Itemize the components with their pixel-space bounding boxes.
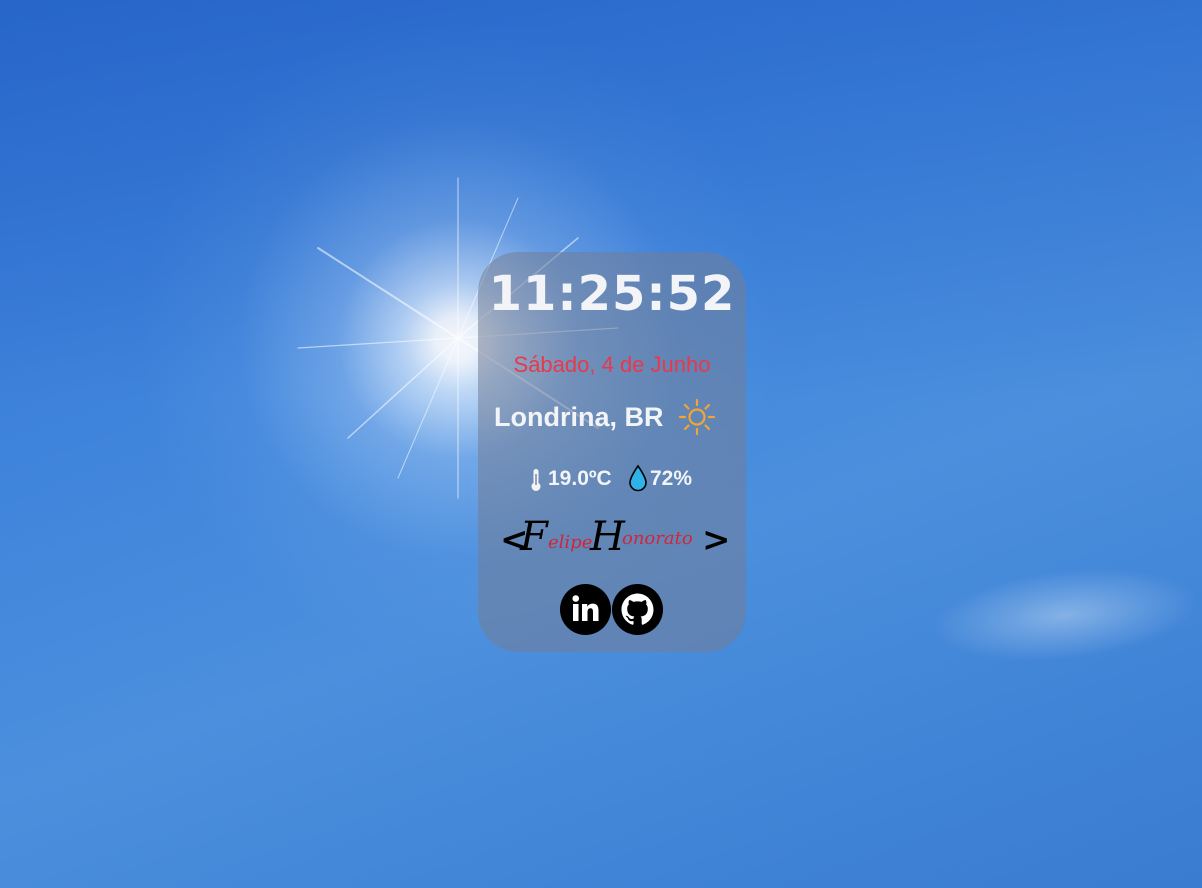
signature-last-initial: H [590, 514, 625, 560]
thermometer-icon [531, 469, 541, 491]
location-row: Londrina, BR [478, 398, 746, 438]
water-drop-icon [629, 464, 647, 492]
social-links [478, 584, 746, 636]
humidity-value: 72% [650, 467, 693, 490]
signature-close-bracket: > [702, 520, 731, 560]
clock-time: 11:25:52 [488, 266, 736, 322]
weather-stats: 19.0ºC 72% [478, 464, 746, 494]
signature-first-initial: F [520, 514, 548, 560]
github-icon [621, 593, 654, 625]
signature-first-rest: elipe [548, 532, 593, 553]
author-signature: < F elipe H onorato > [500, 514, 731, 562]
linkedin-icon [572, 595, 599, 621]
github-link[interactable] [612, 584, 663, 635]
cloud [926, 556, 1202, 674]
temperature-value: 19.0ºC [548, 467, 612, 490]
signature-last-rest: onorato [622, 528, 693, 549]
city-label: Londrina, BR [494, 402, 664, 432]
weather-card: 11:25:52 Sábado, 4 de Junho Londrina, BR… [478, 252, 746, 652]
linkedin-link[interactable] [560, 584, 611, 635]
sun-icon [678, 398, 716, 436]
date-label: Sábado, 4 de Junho [513, 352, 711, 377]
